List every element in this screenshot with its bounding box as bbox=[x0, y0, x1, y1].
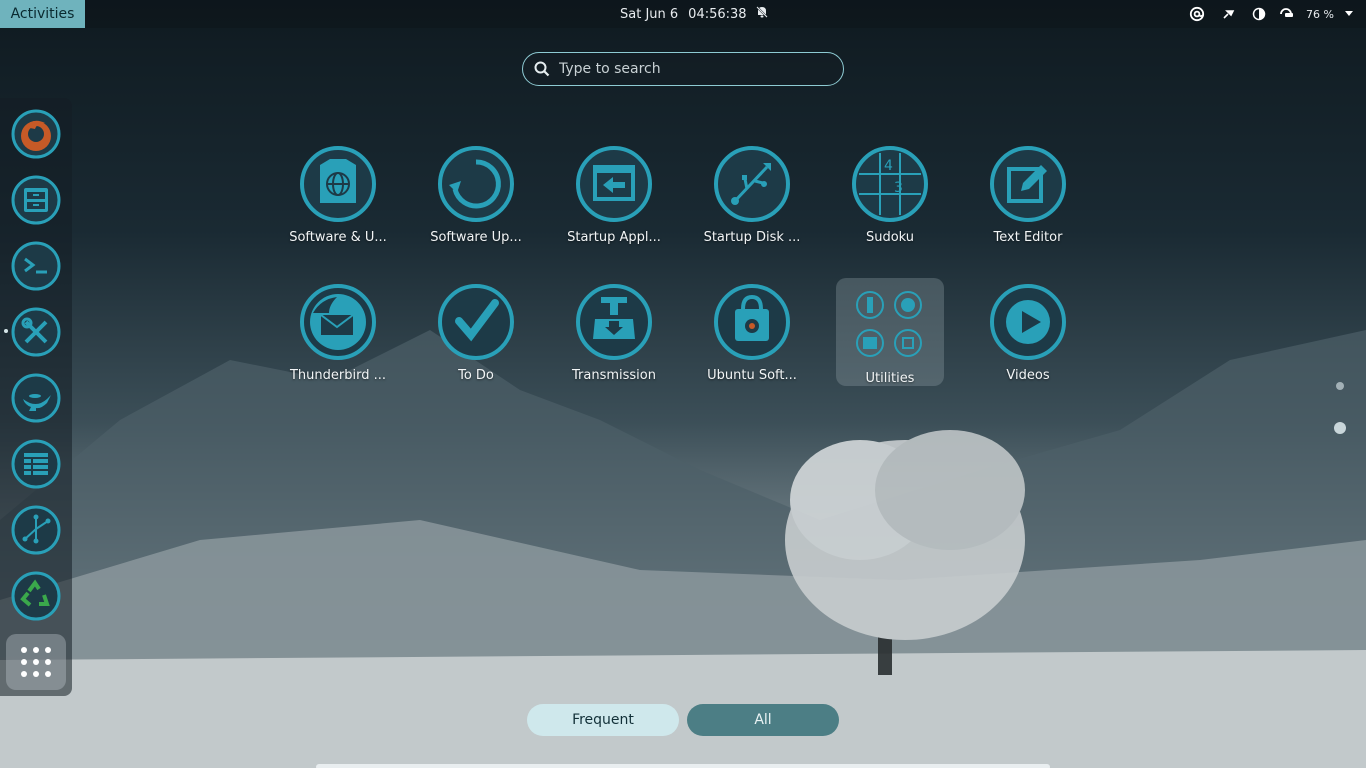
tab-frequent[interactable]: Frequent bbox=[527, 704, 679, 736]
bell-off-icon bbox=[755, 5, 769, 23]
dock bbox=[0, 98, 72, 696]
file-manager-icon bbox=[11, 175, 61, 225]
genie-lamp-icon bbox=[11, 373, 61, 423]
app-sudoku[interactable]: 4 3 Sudoku bbox=[825, 140, 955, 250]
dock-item-lamp[interactable] bbox=[10, 372, 62, 424]
app-label: Sudoku bbox=[865, 230, 915, 245]
terminal-icon bbox=[11, 241, 61, 291]
sudoku-digit: 3 bbox=[894, 180, 903, 196]
app-startup-applications[interactable]: Startup Appl... bbox=[549, 140, 679, 250]
search-input[interactable] bbox=[559, 61, 829, 77]
chevron-down-icon[interactable] bbox=[1344, 5, 1354, 23]
sudoku-icon: 4 3 bbox=[852, 146, 928, 222]
at-sign-icon[interactable] bbox=[1188, 5, 1206, 23]
graph-icon bbox=[11, 505, 61, 555]
clock-button[interactable]: Sat Jun 6 04:56:38 bbox=[620, 0, 769, 28]
search-icon bbox=[534, 61, 550, 77]
app-transmission[interactable]: Transmission bbox=[549, 278, 679, 388]
activities-button[interactable]: Activities bbox=[0, 0, 85, 28]
dock-item-firefox[interactable] bbox=[10, 108, 62, 160]
app-label: Software Up... bbox=[430, 230, 522, 245]
spreadsheet-icon bbox=[11, 439, 61, 489]
battery-percentage[interactable]: 76 % bbox=[1306, 8, 1334, 21]
checkmark-icon bbox=[438, 284, 514, 360]
app-grid: Software & U... Software Up... Startup A… bbox=[270, 140, 1110, 400]
page-indicator-1[interactable] bbox=[1336, 382, 1344, 390]
transmission-icon bbox=[576, 284, 652, 360]
show-applications-button[interactable] bbox=[6, 634, 66, 690]
system-tray[interactable]: 76 % bbox=[1188, 0, 1354, 28]
app-text-editor[interactable]: Text Editor bbox=[963, 140, 1093, 250]
folder-icon bbox=[856, 291, 922, 357]
clock-date: Sat Jun 6 bbox=[620, 6, 679, 22]
dock-item-spreadsheet[interactable] bbox=[10, 438, 62, 490]
top-bar: Activities Sat Jun 6 04:56:38 76 % bbox=[0, 0, 1366, 28]
software-updater-icon bbox=[438, 146, 514, 222]
app-software-updater[interactable]: Software Up... bbox=[411, 140, 541, 250]
grid-dots-icon bbox=[21, 647, 51, 677]
shopping-bag-icon bbox=[714, 284, 790, 360]
page-indicator-2[interactable] bbox=[1334, 422, 1346, 434]
app-label: Startup Disk ... bbox=[703, 230, 801, 245]
app-folder-utilities[interactable]: Utilities bbox=[825, 281, 955, 391]
dock-item-tools[interactable] bbox=[10, 306, 62, 358]
app-label: To Do bbox=[458, 368, 494, 383]
startup-applications-icon bbox=[576, 146, 652, 222]
app-label: Text Editor bbox=[993, 230, 1063, 245]
play-icon bbox=[990, 284, 1066, 360]
app-label: Videos bbox=[1006, 368, 1050, 383]
app-label: Software & U... bbox=[289, 230, 387, 245]
contrast-icon[interactable] bbox=[1250, 5, 1268, 23]
firefox-icon bbox=[11, 109, 61, 159]
app-startup-disk[interactable]: Startup Disk ... bbox=[687, 140, 817, 250]
battery-icon[interactable] bbox=[1278, 5, 1296, 23]
tab-all[interactable]: All bbox=[687, 704, 839, 736]
app-ubuntu-software[interactable]: Ubuntu Soft... bbox=[687, 278, 817, 388]
app-software-sources[interactable]: Software & U... bbox=[273, 140, 403, 250]
pin-icon[interactable] bbox=[1216, 5, 1240, 23]
app-label: Transmission bbox=[572, 368, 656, 383]
sudoku-digit: 4 bbox=[884, 158, 893, 174]
app-label: Utilities bbox=[865, 371, 915, 386]
app-label: Thunderbird ... bbox=[289, 368, 386, 383]
app-to-do[interactable]: To Do bbox=[411, 278, 541, 388]
dock-item-terminal[interactable] bbox=[10, 240, 62, 292]
thunderbird-icon bbox=[300, 284, 376, 360]
dock-item-trash[interactable] bbox=[10, 570, 62, 622]
app-videos[interactable]: Videos bbox=[963, 278, 1093, 388]
text-editor-icon bbox=[990, 146, 1066, 222]
view-switcher: Frequent All bbox=[527, 704, 839, 736]
app-label: Startup Appl... bbox=[567, 230, 661, 245]
clock-time: 04:56:38 bbox=[688, 6, 747, 22]
tools-icon bbox=[11, 307, 61, 357]
recycle-bin-icon bbox=[11, 571, 61, 621]
running-indicator bbox=[4, 329, 8, 333]
dock-item-files[interactable] bbox=[10, 174, 62, 226]
dock-item-graph[interactable] bbox=[10, 504, 62, 556]
app-thunderbird[interactable]: Thunderbird ... bbox=[273, 278, 403, 388]
usb-icon bbox=[714, 146, 790, 222]
software-sources-icon bbox=[300, 146, 376, 222]
app-label: Ubuntu Soft... bbox=[707, 368, 797, 383]
search-field[interactable] bbox=[522, 52, 844, 86]
workspace-thumbnail-edge[interactable] bbox=[316, 764, 1050, 768]
